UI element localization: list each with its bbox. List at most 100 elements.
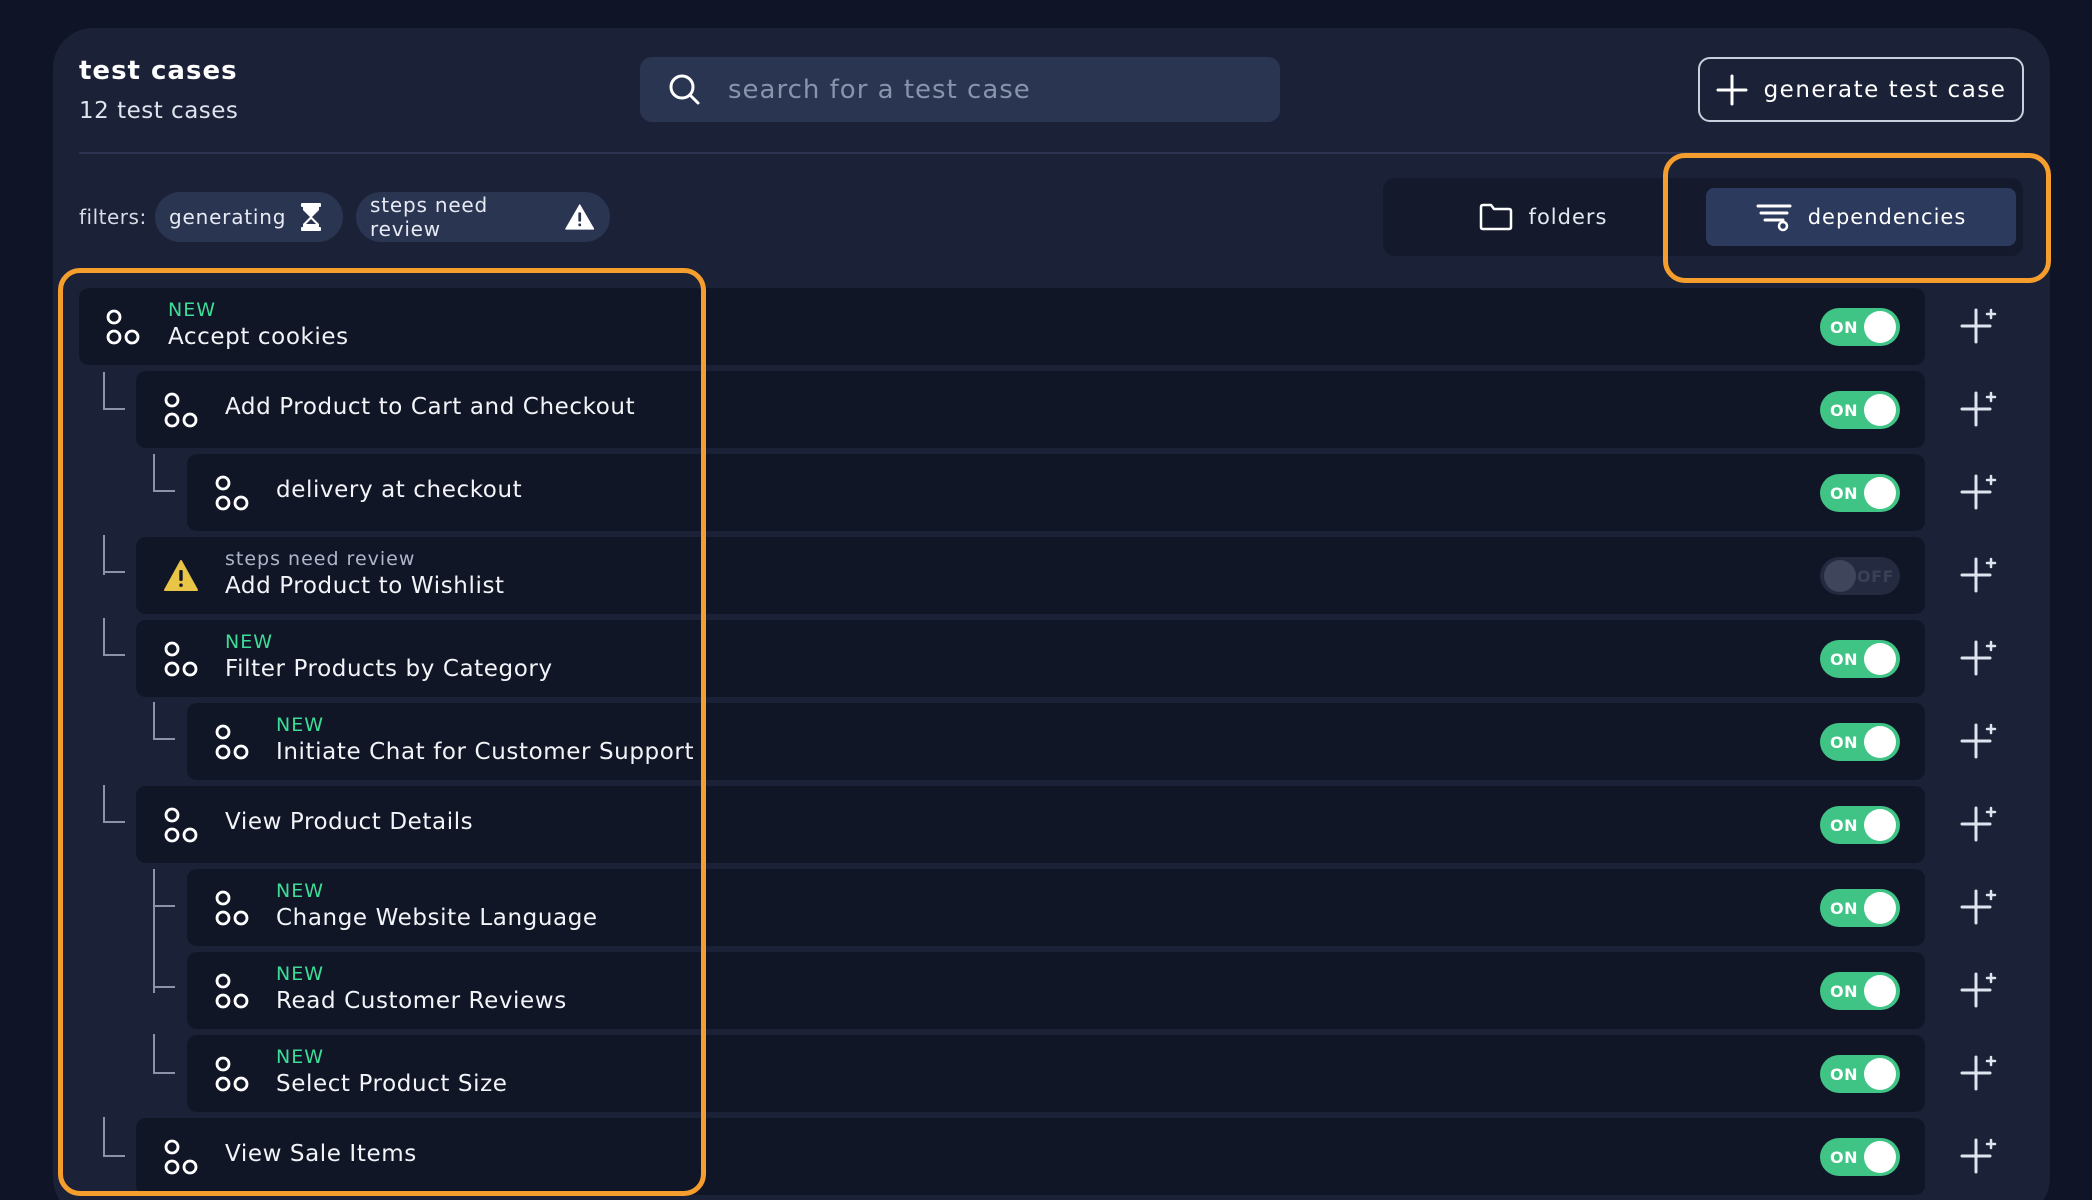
- tree-connector: [103, 372, 125, 410]
- tree-connector: [153, 869, 175, 907]
- tree-connector: [153, 1034, 175, 1074]
- toggle-knob: [1864, 477, 1896, 509]
- enable-toggle[interactable]: ON: [1820, 391, 1900, 429]
- tree-connector: [153, 869, 155, 993]
- enable-toggle[interactable]: ON: [1820, 972, 1900, 1010]
- filter-chip-generating[interactable]: generating: [155, 192, 343, 242]
- test-case-name: Select Product Size: [276, 1071, 508, 1097]
- tree-connector: [103, 535, 105, 575]
- test-case-count: 12 test cases: [79, 98, 239, 124]
- filter-chip-steps-need-review[interactable]: steps need review: [356, 192, 610, 242]
- enable-toggle[interactable]: ON: [1820, 806, 1900, 844]
- generate-sparkle-icon[interactable]: [1960, 306, 2000, 346]
- toggle-knob: [1864, 1058, 1896, 1090]
- new-badge: NEW: [276, 1046, 325, 1068]
- plus-icon: [1716, 74, 1748, 105]
- enable-toggle[interactable]: ON: [1820, 1138, 1900, 1176]
- toggle-label: ON: [1830, 1148, 1858, 1167]
- test-case-row[interactable]: NEW Filter Products by Category ON: [136, 620, 1925, 697]
- test-case-row[interactable]: NEW Select Product Size ON: [187, 1035, 1925, 1112]
- warning-icon: [164, 560, 198, 591]
- test-case-nodes-icon: [106, 309, 140, 345]
- enable-toggle[interactable]: ON: [1820, 889, 1900, 927]
- enable-toggle[interactable]: ON: [1820, 308, 1900, 346]
- test-case-row[interactable]: delivery at checkout ON: [187, 454, 1925, 531]
- generate-label: generate test case: [1763, 76, 2007, 103]
- new-badge: NEW: [276, 963, 325, 985]
- warning-icon: [564, 204, 594, 230]
- tab-dependencies[interactable]: dependencies: [1706, 188, 2016, 246]
- search-input[interactable]: [728, 57, 1258, 122]
- generate-sparkle-icon[interactable]: [1960, 1136, 2000, 1176]
- toggle-knob: [1864, 311, 1896, 343]
- test-case-row[interactable]: Add Product to Cart and Checkout ON: [136, 371, 1925, 448]
- test-case-name: Read Customer Reviews: [276, 988, 567, 1014]
- generate-sparkle-icon[interactable]: [1960, 638, 2000, 678]
- enable-toggle[interactable]: OFF: [1820, 557, 1900, 595]
- test-case-name: Change Website Language: [276, 905, 598, 931]
- test-case-row[interactable]: View Product Details ON: [136, 786, 1925, 863]
- new-badge: NEW: [225, 631, 274, 653]
- toggle-label: ON: [1830, 318, 1858, 337]
- toggle-label: ON: [1830, 401, 1858, 420]
- test-case-name: delivery at checkout: [276, 477, 523, 503]
- header-divider: [79, 152, 2024, 154]
- test-case-row[interactable]: View Sale Items ON: [136, 1118, 1925, 1195]
- test-case-row[interactable]: NEW Initiate Chat for Customer Support ON: [187, 703, 1925, 780]
- toggle-knob: [1864, 809, 1896, 841]
- test-case-row[interactable]: NEW Change Website Language ON: [187, 869, 1925, 946]
- test-case-row[interactable]: steps need review Add Product to Wishlist…: [136, 537, 1925, 614]
- test-case-row[interactable]: NEW Accept cookies ON: [79, 288, 1925, 365]
- toggle-knob: [1864, 394, 1896, 426]
- enable-toggle[interactable]: ON: [1820, 723, 1900, 761]
- new-badge: NEW: [168, 299, 217, 321]
- test-case-nodes-icon: [164, 807, 198, 843]
- toggle-label: OFF: [1857, 567, 1894, 586]
- test-case-nodes-icon: [215, 1056, 249, 1092]
- generate-sparkle-icon[interactable]: [1960, 887, 2000, 927]
- toggle-label: ON: [1830, 982, 1858, 1001]
- test-case-row[interactable]: NEW Read Customer Reviews ON: [187, 952, 1925, 1029]
- new-badge: NEW: [276, 714, 325, 736]
- toggle-label: ON: [1830, 816, 1858, 835]
- toggle-label: ON: [1830, 733, 1858, 752]
- search-bar[interactable]: [640, 57, 1280, 122]
- view-toggle: folders dependencies: [1383, 178, 2023, 256]
- test-case-name: Initiate Chat for Customer Support: [276, 739, 695, 765]
- generate-sparkle-icon[interactable]: [1960, 389, 2000, 429]
- test-case-name: Filter Products by Category: [225, 656, 553, 682]
- filter-chip-label: steps need review: [370, 193, 489, 241]
- test-case-nodes-icon: [164, 392, 198, 428]
- review-status: steps need review: [225, 548, 416, 570]
- tab-label: dependencies: [1807, 205, 1967, 229]
- test-case-name: View Sale Items: [225, 1141, 417, 1167]
- enable-toggle[interactable]: ON: [1820, 474, 1900, 512]
- generate-sparkle-icon[interactable]: [1960, 970, 2000, 1010]
- test-case-nodes-icon: [215, 890, 249, 926]
- generate-sparkle-icon[interactable]: [1960, 804, 2000, 844]
- tree-connector: [153, 702, 175, 740]
- generate-sparkle-icon[interactable]: [1960, 555, 2000, 595]
- tree-connector: [153, 454, 175, 492]
- test-case-name: Add Product to Wishlist: [225, 573, 505, 599]
- generate-sparkle-icon[interactable]: [1960, 1053, 2000, 1093]
- tab-folders[interactable]: folders: [1393, 188, 1693, 246]
- toggle-label: ON: [1830, 484, 1858, 503]
- tree-connector: [103, 618, 125, 656]
- toggle-label: ON: [1830, 650, 1858, 669]
- enable-toggle[interactable]: ON: [1820, 1055, 1900, 1093]
- filters-label: filters:: [79, 205, 147, 229]
- test-case-nodes-icon: [164, 641, 198, 677]
- tree-connector: [103, 785, 125, 823]
- tab-label: folders: [1528, 205, 1608, 229]
- toggle-knob: [1864, 1141, 1896, 1173]
- generate-sparkle-icon[interactable]: [1960, 721, 2000, 761]
- toggle-knob: [1864, 643, 1896, 675]
- generate-sparkle-icon[interactable]: [1960, 472, 2000, 512]
- tree-connector: [103, 535, 125, 573]
- generate-test-case-button[interactable]: generate test case: [1698, 57, 2024, 122]
- filter-chip-label: generating: [169, 205, 287, 229]
- toggle-label: ON: [1830, 899, 1858, 918]
- search-icon: [669, 74, 700, 105]
- enable-toggle[interactable]: ON: [1820, 640, 1900, 678]
